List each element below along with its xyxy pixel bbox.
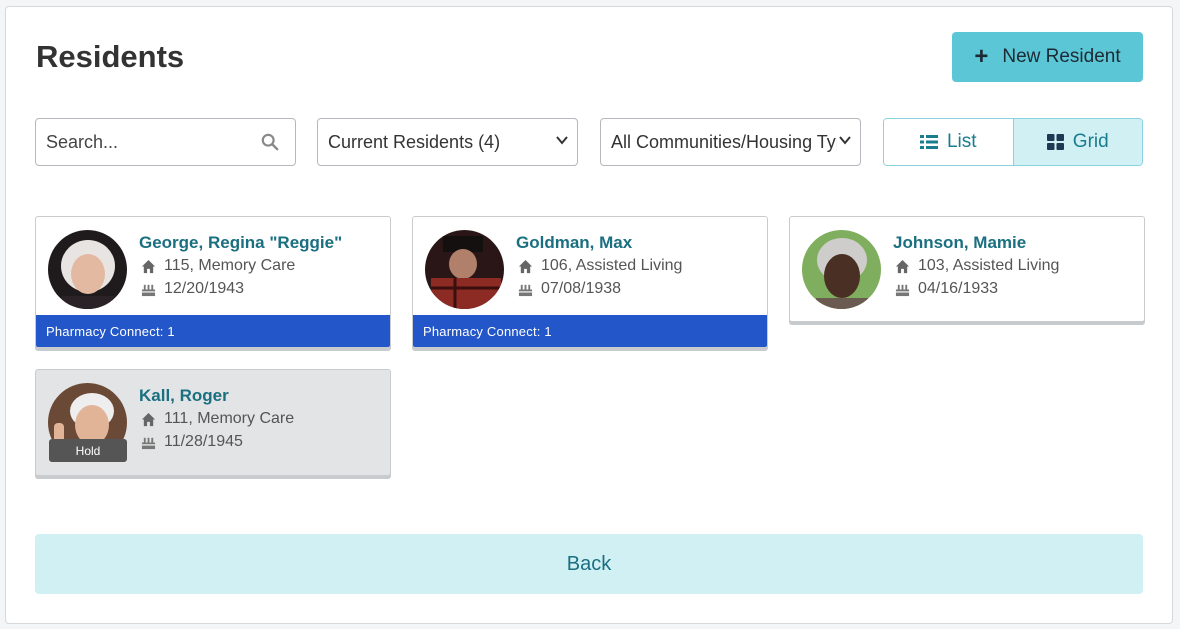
resident-card[interactable]: Hold Kall, Roger 111, Memory Care 11/28/… xyxy=(35,369,391,476)
community-value: All Communities/Housing Types xyxy=(611,131,837,152)
home-icon xyxy=(141,412,156,426)
new-resident-button[interactable]: + New Resident xyxy=(952,32,1143,82)
unit-text: 115, Memory Care xyxy=(164,257,296,274)
new-resident-label: New Resident xyxy=(1002,46,1121,67)
resident-unit: 106, Assisted Living xyxy=(518,257,682,275)
search-icon[interactable] xyxy=(261,133,279,151)
residents-panel: Residents + New Resident Current Residen… xyxy=(5,6,1173,624)
resident-name[interactable]: George, Regina "Reggie" xyxy=(139,233,342,253)
unit-text: 111, Memory Care xyxy=(164,410,295,427)
resident-name[interactable]: Kall, Roger xyxy=(139,386,229,406)
birthday-cake-icon xyxy=(518,284,533,296)
birthday-cake-icon xyxy=(141,284,156,296)
resident-status-select[interactable]: Current Residents (4) xyxy=(317,118,578,166)
plus-icon: + xyxy=(974,43,989,70)
dob-text: 07/08/1938 xyxy=(541,280,622,297)
list-view-label: List xyxy=(946,131,977,152)
community-select[interactable]: All Communities/Housing Types xyxy=(600,118,861,166)
hold-badge: Hold xyxy=(49,439,127,462)
birthday-cake-icon xyxy=(141,437,156,449)
grid-view-button[interactable]: Grid xyxy=(1012,119,1142,165)
resident-card[interactable]: Goldman, Max 106, Assisted Living 07/08/… xyxy=(412,216,768,348)
dob-text: 11/28/1945 xyxy=(164,433,243,450)
resident-dob: 04/16/1933 xyxy=(895,280,998,298)
pharmacy-connect-bar[interactable]: Pharmacy Connect: 1 xyxy=(36,315,390,347)
home-icon xyxy=(895,259,910,273)
resident-card[interactable]: George, Regina "Reggie" 115, Memory Care… xyxy=(35,216,391,348)
grid-icon xyxy=(1046,134,1064,150)
resident-dob: 07/08/1938 xyxy=(518,280,621,298)
resident-name[interactable]: Johnson, Mamie xyxy=(893,233,1026,253)
home-icon xyxy=(518,259,533,273)
resident-dob: 11/28/1945 xyxy=(141,433,243,451)
grid-view-label: Grid xyxy=(1072,131,1109,152)
chevron-down-icon xyxy=(556,136,568,145)
resident-unit: 111, Memory Care xyxy=(141,410,294,428)
list-icon xyxy=(919,135,938,149)
birthday-cake-icon xyxy=(895,284,910,296)
resident-card[interactable]: Johnson, Mamie 103, Assisted Living 04/1… xyxy=(789,216,1145,322)
unit-text: 106, Assisted Living xyxy=(541,257,683,274)
resident-status-value: Current Residents (4) xyxy=(328,131,501,152)
avatar xyxy=(425,230,504,309)
search-box xyxy=(35,118,296,166)
list-view-button[interactable]: List xyxy=(884,119,1013,165)
pharmacy-connect-bar[interactable]: Pharmacy Connect: 1 xyxy=(413,315,767,347)
resident-name[interactable]: Goldman, Max xyxy=(516,233,632,253)
back-button[interactable]: Back xyxy=(35,534,1143,594)
chevron-down-icon xyxy=(839,136,851,145)
home-icon xyxy=(141,259,156,273)
dob-text: 04/16/1933 xyxy=(918,280,999,297)
resident-dob: 12/20/1943 xyxy=(141,280,244,298)
resident-unit: 103, Assisted Living xyxy=(895,257,1059,275)
avatar xyxy=(48,230,127,309)
avatar xyxy=(802,230,881,309)
view-toggle: List Grid xyxy=(883,118,1143,166)
dob-text: 12/20/1943 xyxy=(164,280,245,297)
page-title: Residents xyxy=(36,39,185,74)
unit-text: 103, Assisted Living xyxy=(918,257,1060,274)
resident-unit: 115, Memory Care xyxy=(141,257,295,275)
search-input[interactable] xyxy=(36,119,246,165)
